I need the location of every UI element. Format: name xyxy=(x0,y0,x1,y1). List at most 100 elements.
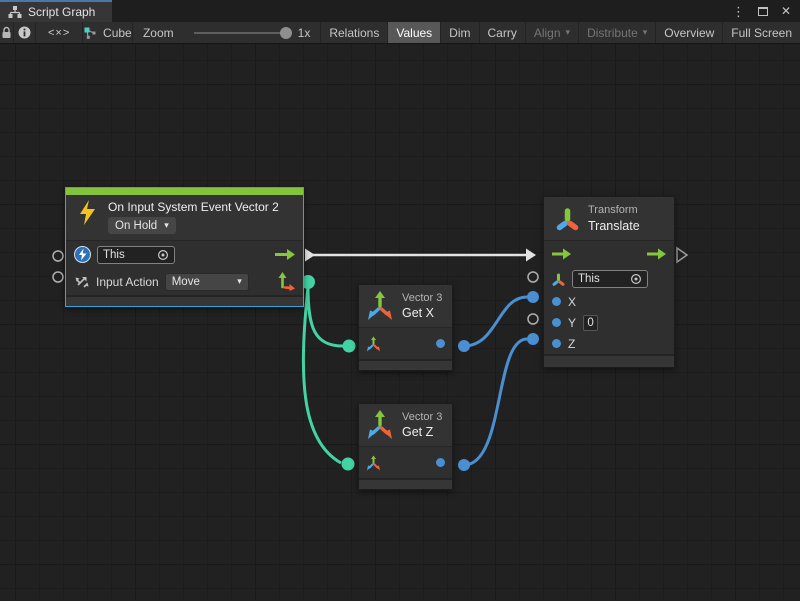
translate-z-port[interactable] xyxy=(552,339,561,348)
port-getx-output-endpoint[interactable] xyxy=(458,340,470,352)
window-menu-icon[interactable]: ⋮ xyxy=(732,5,745,18)
graph-asset-icon xyxy=(83,26,97,40)
zoom-value: 1x xyxy=(298,26,311,40)
node-translate[interactable]: Transform Translate xyxy=(543,196,675,368)
wire-getz-to-translate-z[interactable] xyxy=(464,339,527,465)
graph-target-label: Cube xyxy=(103,26,132,40)
zoom-control: Zoom 1x xyxy=(133,22,321,43)
wire-event-to-getx[interactable] xyxy=(308,287,343,346)
getz-category: Vector 3 xyxy=(402,411,442,424)
align-button[interactable]: Align ▾ xyxy=(526,22,579,43)
vector2-output-icon[interactable] xyxy=(278,272,295,291)
script-graph-window: Script Graph ⋮ ✕ <×> xyxy=(0,0,800,601)
close-icon[interactable]: ✕ xyxy=(781,5,791,17)
translate-y-value-field[interactable]: 0 xyxy=(583,315,598,331)
translate-y-row: Y 0 xyxy=(544,312,674,333)
lock-icon xyxy=(1,26,12,39)
lock-button[interactable] xyxy=(0,22,14,43)
getz-output-port[interactable] xyxy=(436,458,445,467)
event-node-accent-bar xyxy=(66,188,303,195)
window-controls: ⋮ ✕ xyxy=(732,0,800,22)
graph-target-button[interactable]: Cube xyxy=(83,22,133,43)
port-getz-input-endpoint[interactable] xyxy=(342,458,355,471)
script-graph-icon xyxy=(8,5,22,19)
getz-title: Get Z xyxy=(402,425,442,440)
code-view-button[interactable]: <×> xyxy=(36,22,82,43)
target-picker-icon[interactable] xyxy=(630,273,642,285)
translate-target-row: This xyxy=(544,267,674,291)
event-mode-dropdown[interactable]: On Hold ▾ xyxy=(108,217,176,234)
overview-button[interactable]: Overview xyxy=(656,22,723,43)
carry-button[interactable]: Carry xyxy=(480,22,526,43)
node-get-x[interactable]: Vector 3 Get X xyxy=(358,284,453,371)
input-action-label: Input Action xyxy=(96,275,159,289)
port-translate-z-endpoint[interactable] xyxy=(527,333,539,345)
dropdown-arrow-icon: ▾ xyxy=(237,277,242,286)
zoom-label: Zoom xyxy=(143,26,174,40)
port-translate-flow-output[interactable] xyxy=(677,248,687,262)
port-event-action-input[interactable] xyxy=(53,272,63,282)
translate-footer xyxy=(544,354,674,367)
node-get-z[interactable]: Vector 3 Get Z xyxy=(358,403,453,490)
this-event-icon xyxy=(74,246,91,263)
translate-x-port[interactable] xyxy=(552,297,561,306)
translate-category: Transform xyxy=(588,204,640,217)
port-translate-x-endpoint[interactable] xyxy=(527,291,539,303)
port-translate-y-input[interactable] xyxy=(528,314,538,324)
values-button[interactable]: Values xyxy=(388,22,441,43)
lightning-bolt-icon xyxy=(78,200,97,225)
port-getx-input-endpoint[interactable] xyxy=(343,340,356,353)
wire-flow-start-arrow xyxy=(305,249,315,262)
align-dropdown-icon: ▾ xyxy=(566,28,571,37)
flow-output-arrow-icon[interactable] xyxy=(275,248,295,261)
input-action-dropdown[interactable]: Move ▾ xyxy=(165,273,249,291)
dim-button[interactable]: Dim xyxy=(441,22,479,43)
tab-title: Script Graph xyxy=(28,5,95,19)
getx-output-port[interactable] xyxy=(436,339,445,348)
wire-flow-end-arrow xyxy=(526,249,536,262)
getz-body xyxy=(359,447,452,478)
translate-y-label: Y xyxy=(568,316,576,330)
port-event-target-input[interactable] xyxy=(53,251,63,261)
port-getz-output-endpoint[interactable] xyxy=(458,459,470,471)
port-translate-target-input[interactable] xyxy=(528,272,538,282)
vector3-input-icon[interactable] xyxy=(366,336,381,352)
translate-z-label: Z xyxy=(568,337,575,351)
dropdown-arrow-icon: ▾ xyxy=(164,221,169,230)
translate-z-row: Z xyxy=(544,333,674,354)
transform-icon xyxy=(556,206,579,233)
fullscreen-button[interactable]: Full Screen xyxy=(723,22,800,43)
transform-mini-icon xyxy=(552,272,565,287)
flow-output-arrow-icon[interactable] xyxy=(647,248,666,260)
getx-title: Get X xyxy=(402,306,442,321)
translate-flow-row xyxy=(544,241,674,267)
translate-title: Translate xyxy=(588,219,640,234)
graph-canvas[interactable]: On Input System Event Vector 2 On Hold ▾… xyxy=(0,44,800,601)
info-button[interactable] xyxy=(14,22,36,43)
event-target-field[interactable]: This xyxy=(97,246,175,264)
zoom-slider-knob[interactable] xyxy=(280,27,292,39)
target-picker-icon[interactable] xyxy=(157,249,169,261)
flow-input-arrow-icon[interactable] xyxy=(552,248,571,260)
tab-script-graph[interactable]: Script Graph xyxy=(0,0,112,22)
event-node-title: On Input System Event Vector 2 xyxy=(108,200,279,214)
vector3-icon xyxy=(366,291,394,321)
translate-target-field[interactable]: This xyxy=(572,270,648,288)
input-action-icon xyxy=(74,274,90,290)
window-tab-bar: Script Graph ⋮ ✕ xyxy=(0,0,800,22)
translate-y-port[interactable] xyxy=(552,318,561,327)
event-action-row: Input Action Move ▾ xyxy=(66,268,303,295)
vector3-input-icon[interactable] xyxy=(366,455,381,471)
translate-x-row: X xyxy=(544,291,674,312)
relations-button[interactable]: Relations xyxy=(321,22,388,43)
code-icon: <×> xyxy=(48,27,70,39)
event-target-row: This xyxy=(66,241,303,268)
getx-footer xyxy=(359,359,452,370)
graph-toolbar: <×> Cube Zoom 1x Relations Values Dim Ca… xyxy=(0,22,800,44)
distribute-button[interactable]: Distribute ▾ xyxy=(579,22,656,43)
node-on-input-system-event[interactable]: On Input System Event Vector 2 On Hold ▾… xyxy=(65,187,304,307)
getx-header: Vector 3 Get X xyxy=(359,285,452,328)
maximize-icon[interactable] xyxy=(758,7,768,16)
zoom-slider[interactable] xyxy=(194,32,290,34)
wire-getx-to-translate-x[interactable] xyxy=(464,297,527,346)
